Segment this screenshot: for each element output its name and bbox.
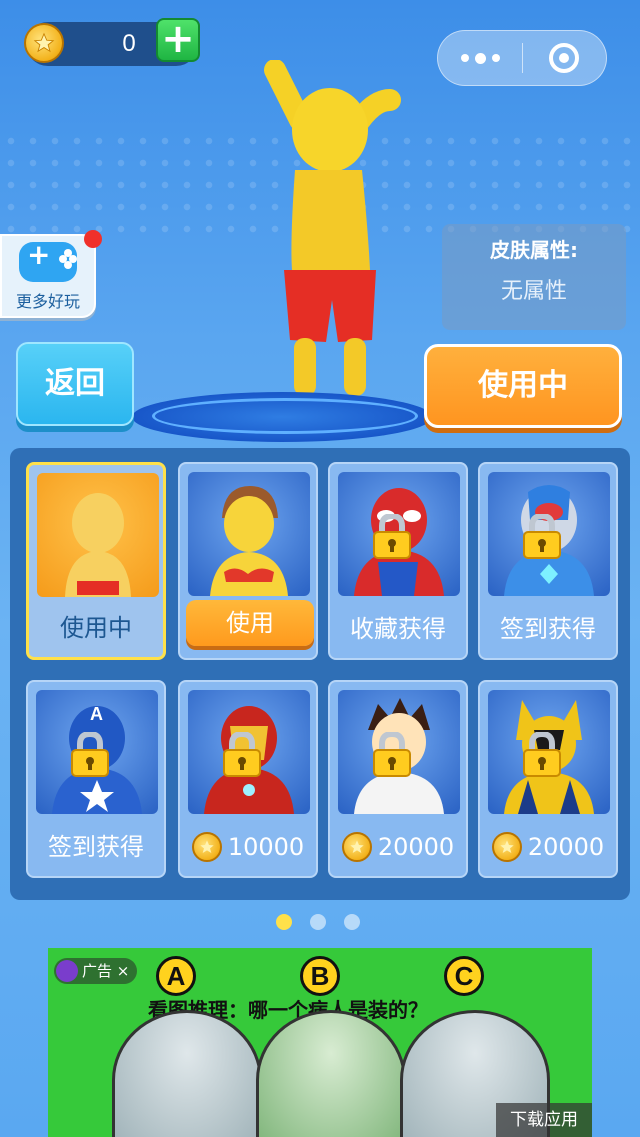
skin-thumbnail [188,472,310,596]
dot-icon [460,54,469,62]
target-icon [549,43,580,73]
page-dot[interactable] [344,914,360,930]
pagination [276,914,360,930]
coin-icon [24,23,64,63]
skin-card-label: 使用中 [60,614,132,642]
skin-card-label: 收藏获得 [350,615,446,643]
skin-card-label: 签到获得 [500,615,596,643]
ad-banner[interactable]: 广告 × A B C 看图推理：哪一个病人是装的？ 下载应用 [48,948,592,1137]
skin-price: 20000 [480,832,616,862]
skin-card-robot[interactable]: 签到获得 [478,462,618,660]
ad-illustration [112,1010,262,1137]
page-dot[interactable] [310,914,326,930]
download-app-button[interactable]: 下载应用 [496,1103,592,1137]
skin-card-label: 签到获得 [48,833,144,861]
ad-close-tag[interactable]: 广告 × [54,958,138,984]
add-coins-button[interactable]: + [156,18,200,62]
skin-card-hero[interactable]: 20000 [328,680,468,878]
skin-thumbnail [37,473,159,597]
character-preview [264,60,401,396]
skin-card-wolverine[interactable]: 20000 [478,680,618,878]
advertiser-avatar [56,960,78,982]
notification-dot [84,230,102,248]
skin-grid: 使用中 使用 收藏获得 签到获得 A 签到获得 10000 20000 2000… [10,448,630,900]
more-games-button[interactable]: 更多好玩 [0,230,102,318]
dot-icon [491,54,500,62]
skin-card-ironman[interactable]: 10000 [178,680,318,878]
back-button[interactable]: 返回 [16,342,134,426]
dot-icon [474,52,486,64]
svg-text:A: A [90,704,103,724]
price-value: 20000 [377,833,455,861]
more-games-label: 更多好玩 [15,292,80,311]
coin-balance: 0 + [24,18,200,66]
price-value: 10000 [227,833,305,861]
coin-icon [191,832,222,862]
ad-option-c: C [444,956,484,996]
skin-card-bikini[interactable]: 使用 [178,462,318,660]
ad-option-b: B [300,956,340,996]
miniprogram-capsule [437,30,607,86]
skin-attributes-value: 无属性 [500,279,567,304]
skin-price: 20000 [330,832,466,862]
use-skin-button[interactable]: 使用 [186,600,314,646]
skin-card-captain[interactable]: A 签到获得 [26,680,166,878]
price-value: 20000 [527,833,605,861]
in-use-button[interactable]: 使用中 [424,344,622,428]
more-options-button[interactable] [438,30,522,86]
coin-icon [341,832,372,862]
ad-illustration [256,1010,406,1137]
lock-icon [223,732,261,777]
lock-icon [71,732,109,777]
coin-icon [491,832,522,862]
skin-attributes-title: 皮肤属性: [490,238,578,262]
lock-icon [523,732,561,777]
character-pedestal [132,392,432,442]
ad-option-a: A [156,956,196,996]
lock-icon [523,514,561,559]
skin-price: 10000 [180,832,316,862]
close-miniprogram-button[interactable] [523,30,606,86]
ad-tag-label: 广告 × [82,962,130,980]
page-dot[interactable] [276,914,292,930]
gamepad-icon [19,238,77,282]
skin-card-default[interactable]: 使用中 [26,462,166,660]
lock-icon [373,732,411,777]
skin-attributes-panel: 皮肤属性: 无属性 [442,224,626,330]
skin-card-spider[interactable]: 收藏获得 [328,462,468,660]
lock-icon [373,514,411,559]
